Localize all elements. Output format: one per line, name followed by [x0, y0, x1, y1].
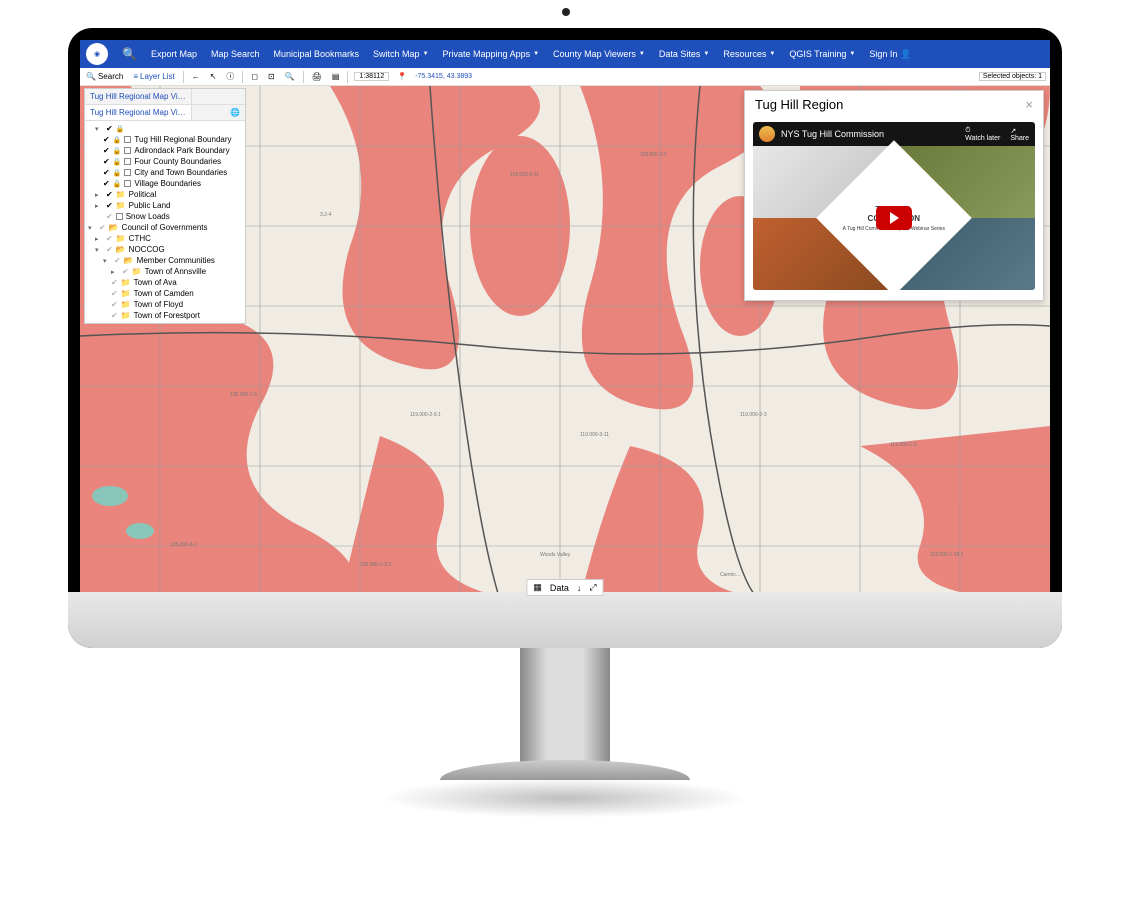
play-button[interactable] [876, 206, 912, 230]
toolbar: 🔍 Search ≡ Layer List ← ↖ ⓘ ◻ ⊡ 🔍 🖨 ▤ 1:… [80, 68, 1050, 86]
monitor-stand-neck [520, 648, 610, 768]
layer-town[interactable]: ✔📁Town of Floyd [85, 299, 245, 310]
top-navbar: ◉ 🔍 Export Map Map Search Municipal Book… [80, 40, 1050, 68]
layer-item[interactable]: ✔🔒Village Boundaries [85, 178, 245, 189]
video-title: NYS Tug Hill Commission [781, 129, 884, 139]
layer-noccog[interactable]: ▾✔📂NOCCOG [85, 244, 245, 255]
coords-display: -75.3415, 43.3893 [415, 73, 472, 80]
panel-tab-inactive[interactable]: Tug Hill Regional Map Vi… [85, 89, 192, 104]
svg-text:119.000-1-5: 119.000-1-5 [890, 442, 917, 448]
layer-member-communities[interactable]: ▾✔📂Member Communities [85, 255, 245, 266]
selected-objects: Selected objects: 1 [979, 72, 1046, 81]
chevron-down-icon: ▼ [769, 51, 775, 57]
panel-tab-active[interactable]: Tug Hill Regional Map Vi… [85, 105, 192, 120]
expand-icon[interactable]: ⤢ [589, 582, 596, 593]
layer-folder-political[interactable]: ▸✔📁Political [85, 189, 245, 200]
nav-private-mapping[interactable]: Private Mapping Apps▼ [443, 49, 540, 59]
popup-title: Tug Hill Region [755, 97, 843, 112]
layer-cthc[interactable]: ▸✔📁CTHC [85, 233, 245, 244]
layer-root[interactable]: ▾✔🔒 [85, 123, 245, 134]
toolbar-print[interactable]: 🖨 [310, 72, 324, 81]
svg-text:Woods Valley: Woods Valley [540, 552, 571, 558]
nav-switch-map[interactable]: Switch Map▼ [373, 49, 428, 59]
svg-text:Carmic…: Carmic… [720, 572, 741, 578]
nav-data-sites[interactable]: Data Sites▼ [659, 49, 709, 59]
chevron-down-icon: ▼ [703, 51, 709, 57]
data-label: Data [550, 583, 569, 593]
screen: ◉ 🔍 Export Map Map Search Municipal Book… [80, 40, 1050, 600]
layer-town[interactable]: ✔📁Town of Camden [85, 288, 245, 299]
layer-tree: ▾✔🔒 ✔🔒Tug Hill Regional Boundary ✔🔒Adiro… [85, 121, 245, 323]
layer-item[interactable]: ✔🔒Adirondack Park Boundary [85, 145, 245, 156]
svg-text:135.000-1-3.2: 135.000-1-3.2 [360, 562, 391, 568]
scale-display[interactable]: 1:38112 [354, 72, 389, 81]
nav-resources[interactable]: Resources▼ [723, 49, 775, 59]
data-bar[interactable]: ▦ Data ↓ ⤢ [526, 579, 603, 596]
toolbar-back[interactable]: ← [190, 72, 202, 81]
monitor-chin [68, 592, 1062, 648]
globe-icon[interactable]: 🌐 [225, 105, 245, 120]
layer-town[interactable]: ▸✔📁Town of Annsville [85, 266, 245, 277]
svg-text:135.000-1-5: 135.000-1-5 [230, 392, 257, 398]
monitor-stand-base [440, 760, 690, 780]
video-embed[interactable]: NYS Tug Hill Commission ⏱Watch later ↗Sh… [753, 122, 1035, 290]
svg-text:119.000-2-9.1: 119.000-2-9.1 [410, 412, 441, 418]
channel-avatar [759, 126, 775, 142]
chevron-down-icon: ▼ [639, 51, 645, 57]
layer-town[interactable]: ✔📁Town of Forestport [85, 310, 245, 321]
layer-town[interactable]: ✔📁Town of Ava [85, 277, 245, 288]
nav-export-map[interactable]: Export Map [151, 49, 197, 59]
layer-council[interactable]: ▾✔📂Council of Governments [85, 222, 245, 233]
svg-text:135.000-3-1: 135.000-3-1 [170, 542, 197, 548]
toolbar-pointer[interactable]: ↖ [208, 72, 219, 81]
nav-sign-in[interactable]: Sign In 👤 [869, 49, 911, 60]
layer-panel: Tug Hill Regional Map Vi… Tug Hill Regio… [84, 88, 246, 324]
user-icon: 👤 [900, 49, 911, 60]
watch-later-icon[interactable]: ⏱Watch later [965, 127, 1000, 142]
grid-icon: ▦ [533, 582, 542, 593]
toolbar-search[interactable]: 🔍 Search [84, 72, 125, 81]
layer-item[interactable]: ✔🔒Four County Boundaries [85, 156, 245, 167]
chevron-down-icon: ▼ [423, 51, 429, 57]
svg-text:119.000-3-11: 119.000-3-11 [580, 432, 609, 438]
svg-text:118.000-3-2: 118.000-3-2 [640, 152, 667, 158]
svg-text:3.2-4: 3.2-4 [320, 212, 332, 218]
chevron-down-icon: ▼ [533, 51, 539, 57]
share-icon[interactable]: ↗Share [1010, 127, 1029, 142]
svg-text:118.000-3-11: 118.000-3-11 [510, 172, 539, 178]
info-popup: Tug Hill Region × NYS Tug Hill Commissio… [744, 90, 1044, 301]
search-icon[interactable]: 🔍 [122, 47, 137, 61]
chevron-down-icon: ▼ [849, 51, 855, 57]
layer-item[interactable]: ✔🔒Tug Hill Regional Boundary [85, 134, 245, 145]
nav-qgis-training[interactable]: QGIS Training▼ [789, 49, 855, 59]
toolbar-zoom-extent[interactable]: ⊡ [266, 72, 277, 81]
monitor-frame: ◉ 🔍 Export Map Map Search Municipal Book… [68, 28, 1062, 648]
nav-map-search[interactable]: Map Search [211, 49, 260, 59]
layer-item[interactable]: ✔🔒City and Town Boundaries [85, 167, 245, 178]
nav-county-viewers[interactable]: County Map Viewers▼ [553, 49, 645, 59]
toolbar-info[interactable]: ⓘ [224, 71, 236, 82]
toolbar-location[interactable]: 📍 [395, 72, 409, 81]
toolbar-layer-list[interactable]: ≡ Layer List [131, 72, 176, 81]
toolbar-zoom-in[interactable]: 🔍 [283, 72, 297, 81]
arrow-down-icon[interactable]: ↓ [577, 583, 582, 593]
toolbar-legend[interactable]: ▤ [330, 72, 342, 81]
layer-snow-loads[interactable]: ✔Snow Loads [85, 211, 245, 222]
nav-municipal-bookmarks[interactable]: Municipal Bookmarks [274, 49, 360, 59]
toolbar-select[interactable]: ◻ [249, 72, 260, 81]
layer-folder-publicland[interactable]: ▸✔📁Public Land [85, 200, 245, 211]
app-logo[interactable]: ◉ [86, 43, 108, 65]
camera-dot [562, 8, 570, 16]
close-icon[interactable]: × [1025, 97, 1033, 112]
monitor-shadow [380, 778, 750, 818]
svg-text:119.999-1-18.1: 119.999-1-18.1 [930, 552, 964, 558]
svg-text:119.000-2-3: 119.000-2-3 [740, 412, 767, 418]
